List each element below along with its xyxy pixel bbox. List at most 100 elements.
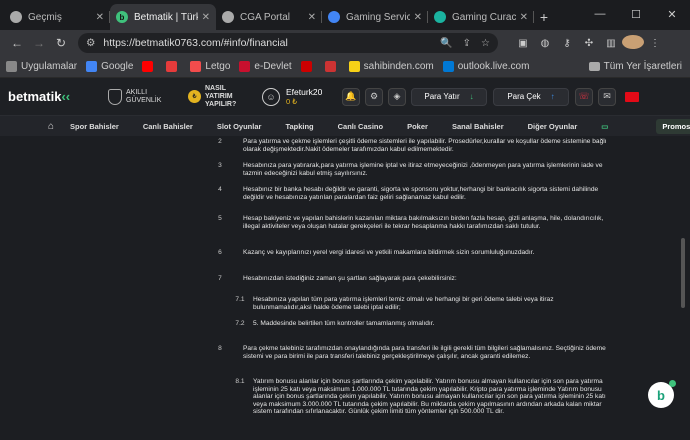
rule-number: 5 — [218, 215, 222, 222]
settings-button[interactable]: ⚙ — [365, 87, 383, 106]
bookmark-favicon-icon — [86, 61, 98, 72]
balance: 0 ₺ — [286, 97, 298, 106]
site-header: betmatik‹‹ AKILLI GÜVENLİK ₺ NASIL YATIRIM… — [0, 78, 690, 116]
betmatik-logo[interactable]: betmatik‹‹ — [8, 89, 108, 104]
menu-item[interactable]: Promosyonlar — [656, 118, 690, 134]
gear-icon: ⚙ — [369, 91, 379, 101]
menu-item[interactable]: Slot Oyunlar — [217, 122, 262, 131]
smart-security-badge[interactable]: AKILLI GÜVENLİK — [108, 88, 188, 105]
scrollbar-thumb[interactable] — [681, 238, 685, 308]
extension-icon[interactable]: ▣ — [512, 38, 534, 49]
menu-item[interactable]: Sanal Bahisler — [452, 122, 504, 131]
user-icon: ☺ — [262, 87, 280, 106]
how-to-deposit-link[interactable]: ₺ NASIL YATIRIM YAPILIR? — [188, 85, 258, 109]
menu-item[interactable]: Tapking — [285, 122, 313, 131]
browser-tab[interactable]: CGA Portal ✕ — [216, 4, 322, 30]
username: Efeturk20 — [286, 87, 323, 97]
tab-title: CGA Portal — [240, 11, 291, 23]
close-tab-icon[interactable]: ✕ — [414, 12, 422, 23]
rule-text: Hesabınızdan istediğiniz zaman şu şartla… — [243, 275, 457, 282]
bookmark-favicon-icon — [300, 61, 312, 72]
profile-avatar[interactable] — [622, 34, 644, 52]
headset-icon: ☏ — [578, 91, 590, 101]
home-icon[interactable]: ⌂ — [48, 121, 54, 132]
extensions-puzzle-icon[interactable]: ✣ — [578, 38, 600, 49]
gift-icon: ◈ — [393, 91, 401, 101]
rule-number: 4 — [218, 186, 222, 193]
betmatik-icon: b — [116, 11, 128, 23]
close-tab-icon[interactable]: ✕ — [520, 12, 528, 23]
extension-icon[interactable]: ◍ — [534, 38, 556, 49]
rule-number: 7.2 — [235, 320, 245, 327]
menu-item[interactable]: Spor Bahisler — [70, 122, 119, 131]
rule-text: Para çekme talebiniz tarafımızdan onayla… — [243, 345, 606, 360]
rule-text: Hesabınıza yapılan tüm para yatırma işle… — [253, 296, 554, 311]
close-tab-icon[interactable]: ✕ — [96, 12, 104, 23]
rule-text: Yatırım bonusu alanlar için bonus şartla… — [253, 378, 606, 416]
rule-text: Hesap bakiyeniz ve yapılan bahislerin ka… — [243, 215, 604, 230]
rule-text: Hesabınız bir banka hesabı değildir ve g… — [243, 186, 599, 201]
bookmark-star-icon[interactable]: ☆ — [481, 38, 490, 49]
bookmark-favicon-icon — [190, 61, 202, 72]
menu-icon-item[interactable]: ▭ — [601, 122, 632, 131]
all-bookmarks[interactable]: Tüm Yer İşaretleri — [588, 61, 682, 72]
share-icon[interactable]: ⇪ — [463, 38, 471, 49]
bookmark-favicon-icon — [442, 61, 454, 72]
rule-number: 7 — [218, 275, 222, 282]
menu-item[interactable]: Diğer Oyunlar — [528, 122, 578, 131]
tv-icon: ▭ — [601, 121, 609, 131]
bookmark-item[interactable]: Uygulamalar — [6, 61, 77, 72]
turkey-flag-icon[interactable] — [625, 91, 639, 102]
menu-dots-icon[interactable]: ⋮ — [644, 38, 666, 49]
bookmark-item[interactable]: outlook.live.com — [442, 61, 529, 72]
bookmark-item[interactable] — [324, 61, 340, 72]
folder-icon — [588, 62, 600, 71]
bookmark-item[interactable]: Google — [86, 61, 133, 72]
reload-icon[interactable]: ↻ — [50, 36, 72, 50]
browser-tab[interactable]: Geçmiş ✕ — [4, 4, 110, 30]
withdraw-button[interactable]: Para Çek ↑ — [493, 87, 569, 106]
bookmark-favicon-icon — [324, 61, 336, 72]
tab-title: Gaming Services — [346, 11, 410, 23]
close-tab-icon[interactable]: ✕ — [308, 12, 316, 23]
minimize-icon[interactable]: — — [582, 8, 618, 20]
bookmark-item[interactable]: Letgo — [190, 61, 230, 72]
browser-tab[interactable]: Gaming Services ✕ — [322, 4, 428, 30]
rule-number: 8.1 — [235, 378, 245, 385]
rule-text: Kazanç ve kayıplarınızı yerel vergi idar… — [243, 249, 535, 256]
back-icon[interactable]: ← — [6, 36, 28, 50]
bookmark-item[interactable] — [142, 61, 157, 72]
menu-item[interactable]: Poker — [407, 122, 428, 131]
bonus-button[interactable]: ◈ — [388, 87, 406, 106]
password-key-icon[interactable]: ⚷ — [556, 38, 578, 49]
forward-icon[interactable]: → — [28, 36, 50, 50]
bookmark-item[interactable]: sahibinden.com — [348, 61, 434, 72]
bookmark-favicon-icon — [142, 61, 154, 72]
rule-text: Hesabınıza para yatırarak,para yatırma i… — [243, 162, 603, 177]
close-window-icon[interactable]: ✕ — [654, 8, 690, 21]
new-tab-button[interactable]: + — [534, 4, 554, 30]
close-tab-icon[interactable]: ✕ — [202, 12, 210, 23]
browser-tab[interactable]: Gaming Curacao ✕ — [428, 4, 534, 30]
live-chat-button[interactable]: b — [648, 380, 676, 408]
tab-title: Gaming Curacao — [452, 11, 516, 23]
browser-tab[interactable]: b Betmatik | Türkçe ✕ — [110, 4, 216, 30]
menu-item[interactable]: Canlı Bahisler — [143, 122, 193, 131]
user-account[interactable]: ☺ Efeturk20 0 ₺ — [262, 87, 342, 106]
messages-button[interactable]: ✉ — [598, 87, 616, 106]
sidebar-icon[interactable]: ▥ — [600, 38, 622, 49]
extensions-area: ▣ ◍ ⚷ ✣ ▥ ⋮ — [512, 34, 666, 52]
bookmark-item[interactable]: e-Devlet — [239, 61, 292, 72]
arrow-down-icon: ↓ — [469, 92, 474, 101]
notifications-button[interactable]: 🔔 — [342, 87, 360, 106]
maximize-icon[interactable]: ☐ — [618, 8, 654, 21]
bookmark-item[interactable] — [300, 61, 316, 72]
page-scrollbar[interactable] — [679, 138, 687, 438]
zoom-icon[interactable]: 🔍 — [440, 38, 452, 49]
site-info-icon[interactable]: ⚙ — [86, 37, 95, 49]
support-button[interactable]: ☏ — [575, 87, 593, 106]
menu-item[interactable]: Canlı Casino — [338, 122, 383, 131]
deposit-button[interactable]: Para Yatır ↓ — [411, 87, 487, 106]
url-input[interactable]: ⚙ https://betmatik0763.com/#info/financi… — [78, 33, 498, 53]
bookmark-item[interactable] — [166, 61, 181, 72]
